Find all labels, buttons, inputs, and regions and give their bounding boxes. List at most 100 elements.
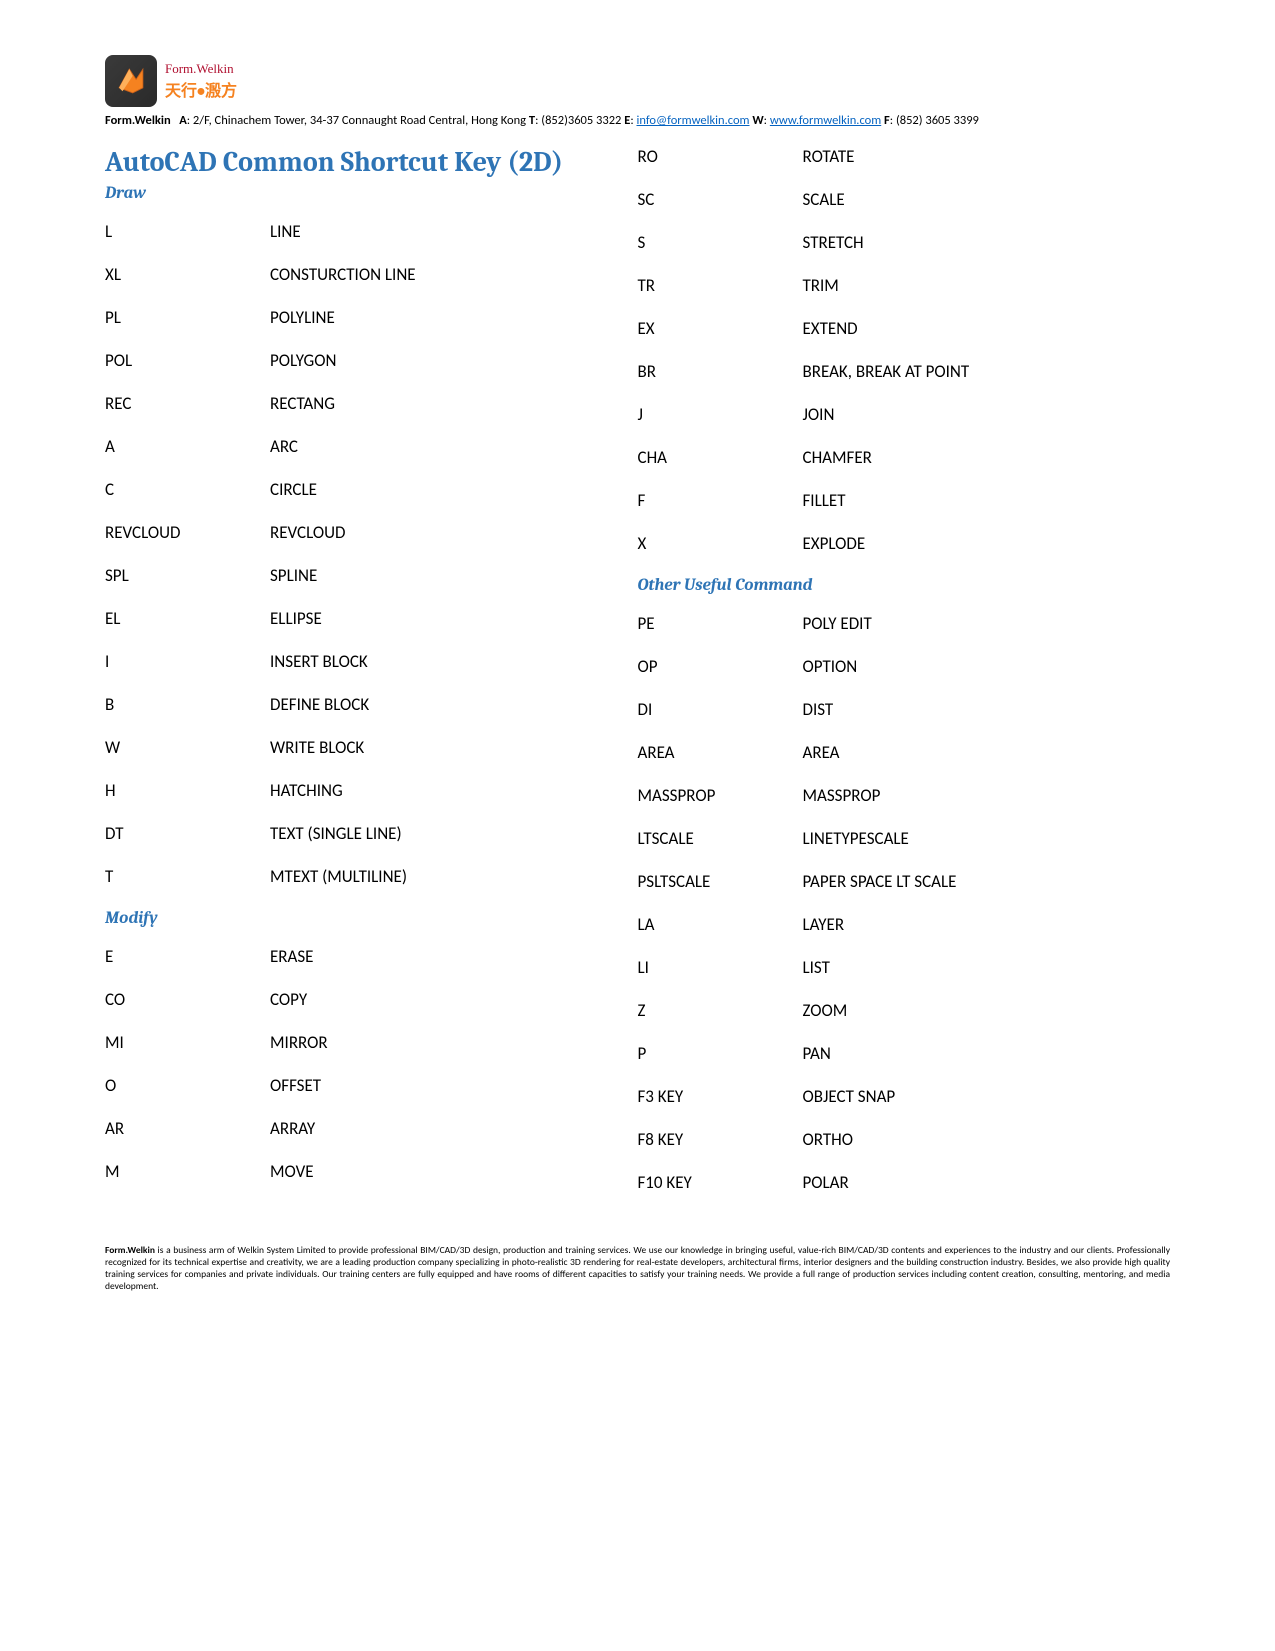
shortcut-command: CONSTURCTION LINE <box>270 264 618 285</box>
shortcut-key: OP <box>638 656 803 677</box>
shortcut-command: WRITE BLOCK <box>270 737 618 758</box>
shortcut-row: TRTRIM <box>638 275 1171 296</box>
shortcut-command: POLYLINE <box>270 307 618 328</box>
header-email-link[interactable]: info@formwelkin.com <box>636 113 749 128</box>
shortcut-key: EX <box>638 318 803 339</box>
shortcut-command: LAYER <box>803 914 1171 935</box>
shortcut-command: SPLINE <box>270 565 618 586</box>
shortcut-row: FFILLET <box>638 490 1171 511</box>
section-other-title: Other Useful Command <box>638 576 1171 595</box>
shortcut-row: F3 KEYOBJECT SNAP <box>638 1086 1171 1107</box>
shortcut-row: SCSCALE <box>638 189 1171 210</box>
shortcut-row: SPLSPLINE <box>105 565 618 586</box>
shortcut-key: DT <box>105 823 270 844</box>
shortcut-key: SC <box>638 189 803 210</box>
shortcut-row: LALAYER <box>638 914 1171 935</box>
shortcut-key: M <box>105 1161 270 1182</box>
shortcut-command: EXPLODE <box>803 533 1171 554</box>
shortcut-key: H <box>105 780 270 801</box>
shortcut-command: LINETYPESCALE <box>803 828 1171 849</box>
shortcut-command: EXTEND <box>803 318 1171 339</box>
shortcut-row: F8 KEYORTHO <box>638 1129 1171 1150</box>
shortcut-key: REC <box>105 393 270 414</box>
shortcut-command: HATCHING <box>270 780 618 801</box>
shortcut-key: POL <box>105 350 270 371</box>
shortcut-row: LILIST <box>638 957 1171 978</box>
shortcut-row: PLPOLYLINE <box>105 307 618 328</box>
header-fax: : (852) 3605 3399 <box>890 113 979 128</box>
shortcut-key: W <box>105 737 270 758</box>
section-draw-rows: LLINEXLCONSTURCTION LINEPLPOLYLINEPOLPOL… <box>105 221 618 887</box>
shortcut-key: AR <box>105 1118 270 1139</box>
shortcut-command: JOIN <box>803 404 1171 425</box>
shortcut-key: LTSCALE <box>638 828 803 849</box>
shortcut-command: PAPER SPACE LT SCALE <box>803 871 1171 892</box>
shortcut-row: LTSCALELINETYPESCALE <box>638 828 1171 849</box>
shortcut-key: XL <box>105 264 270 285</box>
shortcut-key: MI <box>105 1032 270 1053</box>
shortcut-command: ELLIPSE <box>270 608 618 629</box>
shortcut-row: SSTRETCH <box>638 232 1171 253</box>
header-contact-line: Form.Welkin A: 2/F, Chinachem Tower, 34-… <box>105 113 1170 128</box>
shortcut-key: L <box>105 221 270 242</box>
shortcut-row: COCOPY <box>105 989 618 1010</box>
logo-cjk-text: 天行•溵方 <box>165 77 237 101</box>
shortcut-key: REVCLOUD <box>105 522 270 543</box>
header-company: Form.Welkin <box>105 113 171 128</box>
shortcut-key: A <box>105 436 270 457</box>
shortcut-row: PEPOLY EDIT <box>638 613 1171 634</box>
shortcut-command: DIST <box>803 699 1171 720</box>
shortcut-row: MASSPROPMASSPROP <box>638 785 1171 806</box>
shortcut-key: EL <box>105 608 270 629</box>
section-modify-title: Modify <box>105 909 618 928</box>
footer: Form.Welkin is a business arm of Welkin … <box>105 1245 1170 1293</box>
shortcut-command: MTEXT (MULTILINE) <box>270 866 618 887</box>
shortcut-key: Z <box>638 1000 803 1021</box>
shortcut-key: F10 KEY <box>638 1172 803 1193</box>
logo: Form.Welkin 天行•溵方 <box>105 55 1170 107</box>
shortcut-row: IINSERT BLOCK <box>105 651 618 672</box>
shortcut-row: POLPOLYGON <box>105 350 618 371</box>
shortcut-key: LI <box>638 957 803 978</box>
shortcut-command: ZOOM <box>803 1000 1171 1021</box>
main-content: AutoCAD Common Shortcut Key (2D) Draw LL… <box>105 146 1170 1215</box>
section-modify-rows: EERASECOCOPYMIMIRROROOFFSETARARRAYMMOVE <box>105 946 618 1182</box>
section-other-rows: PEPOLY EDITOPOPTIONDIDISTAREAAREAMASSPRO… <box>638 613 1171 1193</box>
shortcut-command: STRETCH <box>803 232 1171 253</box>
shortcut-key: TR <box>638 275 803 296</box>
shortcut-row: OOFFSET <box>105 1075 618 1096</box>
shortcut-key: S <box>638 232 803 253</box>
shortcut-command: MASSPROP <box>803 785 1171 806</box>
shortcut-row: DIDIST <box>638 699 1171 720</box>
shortcut-key: RO <box>638 146 803 167</box>
logo-icon <box>105 55 157 107</box>
shortcut-row: REVCLOUDREVCLOUD <box>105 522 618 543</box>
shortcut-row: JJOIN <box>638 404 1171 425</box>
shortcut-command: CHAMFER <box>803 447 1171 468</box>
shortcut-row: CHACHAMFER <box>638 447 1171 468</box>
shortcut-command: TRIM <box>803 275 1171 296</box>
shortcut-command: LINE <box>270 221 618 242</box>
shortcut-row: HHATCHING <box>105 780 618 801</box>
shortcut-command: ROTATE <box>803 146 1171 167</box>
shortcut-command: OBJECT SNAP <box>803 1086 1171 1107</box>
shortcut-key: B <box>105 694 270 715</box>
shortcut-key: J <box>638 404 803 425</box>
shortcut-command: OPTION <box>803 656 1171 677</box>
shortcut-row: MIMIRROR <box>105 1032 618 1053</box>
header-web-link[interactable]: www.formwelkin.com <box>770 113 881 128</box>
shortcut-row: RECRECTANG <box>105 393 618 414</box>
shortcut-key: MASSPROP <box>638 785 803 806</box>
logo-text: Form.Welkin 天行•溵方 <box>165 61 237 101</box>
shortcut-command: POLY EDIT <box>803 613 1171 634</box>
shortcut-command: RECTANG <box>270 393 618 414</box>
shortcut-row: AARC <box>105 436 618 457</box>
shortcut-row: ELELLIPSE <box>105 608 618 629</box>
shortcut-row: WWRITE BLOCK <box>105 737 618 758</box>
shortcut-row: BDEFINE BLOCK <box>105 694 618 715</box>
shortcut-command: AREA <box>803 742 1171 763</box>
shortcut-command: PAN <box>803 1043 1171 1064</box>
shortcut-command: MIRROR <box>270 1032 618 1053</box>
shortcut-key: DI <box>638 699 803 720</box>
shortcut-command: FILLET <box>803 490 1171 511</box>
